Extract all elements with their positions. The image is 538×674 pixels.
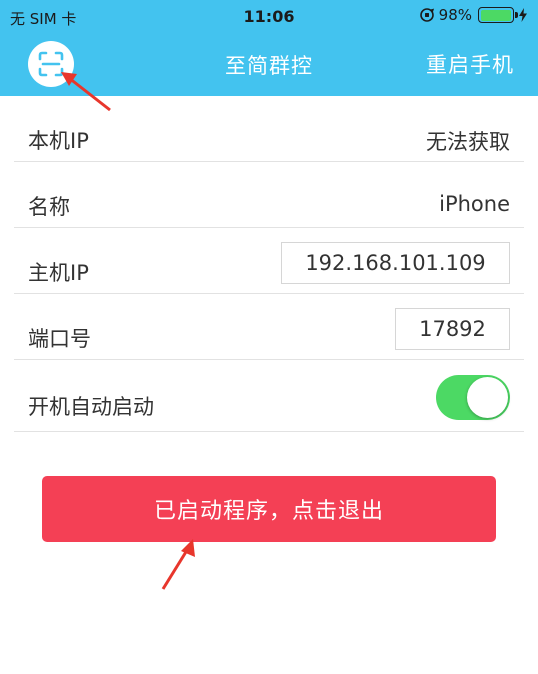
toggle-knob bbox=[467, 377, 508, 418]
charging-icon bbox=[519, 8, 527, 22]
name-value: iPhone bbox=[439, 192, 510, 216]
row-auto-start: 开机自动启动 bbox=[14, 360, 524, 432]
name-label: 名称 bbox=[28, 195, 70, 219]
status-right: 98% bbox=[419, 6, 528, 24]
battery-level-fill bbox=[480, 9, 511, 21]
battery-icon bbox=[478, 7, 518, 23]
battery-cap bbox=[515, 12, 518, 18]
port-label: 端口号 bbox=[28, 327, 91, 351]
battery-percent: 98% bbox=[438, 6, 472, 24]
host-ip-field[interactable]: 192.168.101.109 bbox=[281, 242, 510, 284]
port-field[interactable]: 17892 bbox=[395, 308, 510, 350]
orientation-lock-icon bbox=[419, 8, 434, 22]
auto-start-label: 开机自动启动 bbox=[28, 395, 154, 419]
exit-program-button[interactable]: 已启动程序，点击退出 bbox=[42, 476, 496, 542]
annotation-arrow-exit bbox=[161, 539, 195, 590]
local-ip-value: 无法获取 bbox=[426, 130, 510, 154]
host-ip-label: 主机IP bbox=[28, 261, 89, 285]
row-name: 名称 iPhone bbox=[14, 162, 524, 228]
restart-phone-button[interactable]: 重启手机 bbox=[426, 49, 514, 79]
local-ip-label: 本机IP bbox=[28, 129, 89, 153]
status-bar: 无 SIM 卡 11:06 98% bbox=[0, 0, 538, 34]
annotation-arrow-scan bbox=[61, 72, 111, 112]
auto-start-toggle[interactable] bbox=[436, 375, 510, 420]
